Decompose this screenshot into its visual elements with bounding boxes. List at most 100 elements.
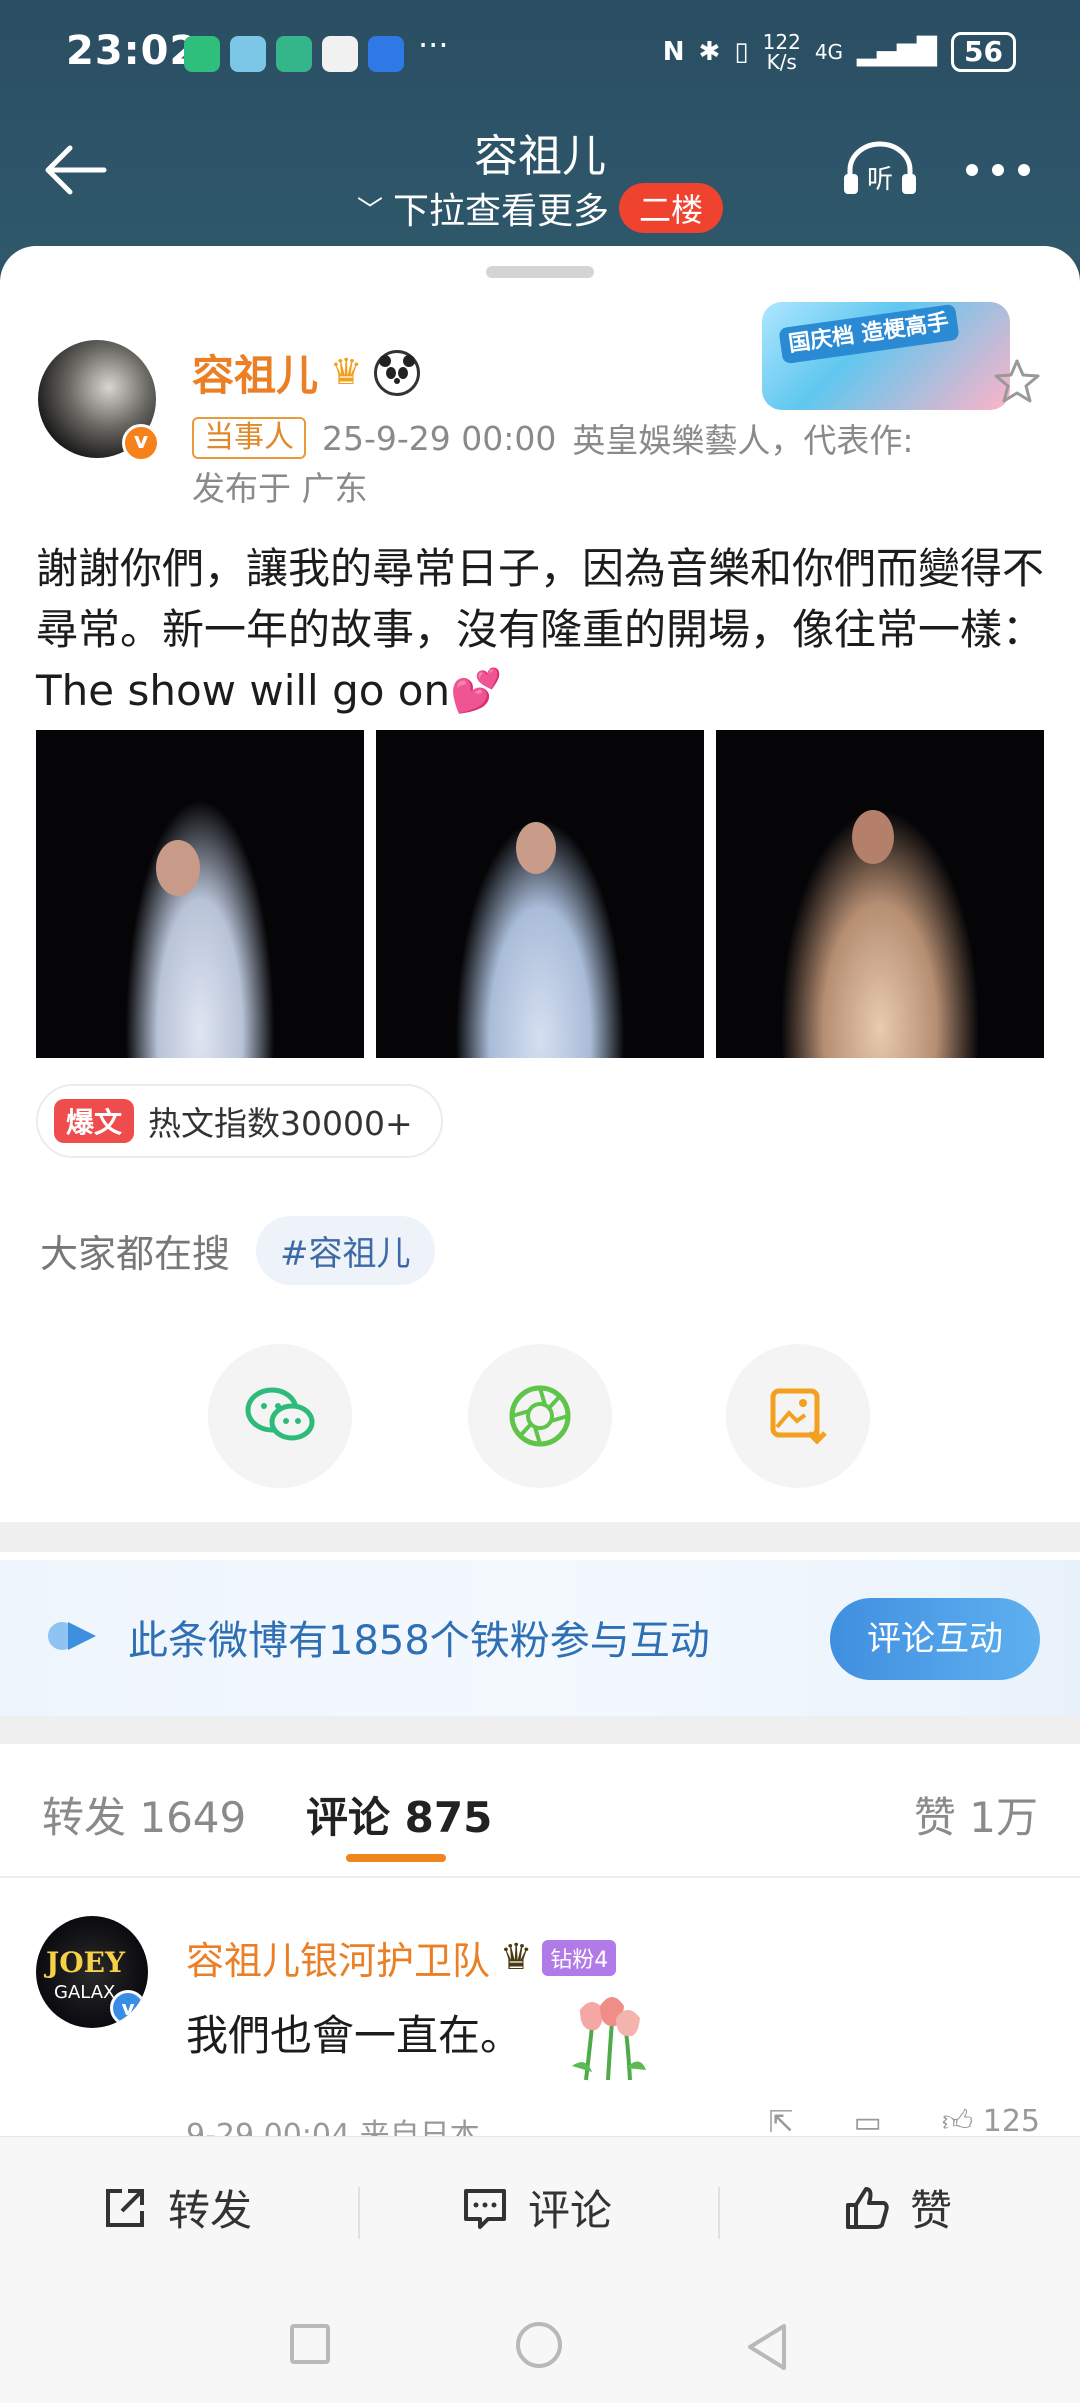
status-more-indicator: ···	[418, 26, 449, 64]
back-triangle-icon[interactable]	[744, 2322, 790, 2372]
post-photo[interactable]	[716, 730, 1044, 1058]
chevron-down-icon: ﹀	[356, 195, 383, 226]
commenter-avatar[interactable]: JOEY GALAX v	[36, 1916, 148, 2028]
app-notification-icon	[368, 36, 404, 72]
comment-like-count: 125	[982, 2104, 1040, 2139]
photo-grid	[36, 730, 1044, 1058]
comment-like[interactable]: 👍︎ 125	[942, 2104, 1040, 2140]
everyone-searching: 大家都在搜 #容祖儿	[40, 1216, 435, 1285]
floor-badge[interactable]: 二楼	[619, 183, 724, 233]
save-image-button[interactable]	[726, 1344, 870, 1488]
repost-label: 转发	[168, 2186, 253, 2235]
tab-reposts[interactable]: 转发 1649	[42, 1784, 246, 1845]
status-right: N ✱ ▯ 122 K/s 4G ▂▄▆█ 56	[663, 32, 1016, 72]
like-label: 赞	[910, 2186, 953, 2235]
app-notification-icon	[276, 36, 312, 72]
sheet-drag-handle[interactable]	[486, 266, 594, 278]
post-body: 謝謝你們，讓我的尋常日子，因為音樂和你們而變得不尋常。新一年的故事，沒有隆重的開…	[36, 538, 1046, 721]
verified-badge-icon: v	[122, 424, 160, 462]
post-text: 謝謝你們，讓我的尋常日子，因為音樂和你們而變得不尋常。新一年的故事，沒有隆重的開…	[36, 544, 1045, 715]
listen-label: 听	[867, 165, 893, 195]
post-location: 发布于 广东	[192, 469, 368, 508]
bluetooth-icon: ✱	[698, 37, 721, 67]
commenter-name-row: 容祖儿银河护卫队 ♛ 钻粉4	[186, 1930, 617, 1985]
commenter-name[interactable]: 容祖儿银河护卫队	[186, 1930, 490, 1985]
interaction-tabs: 转发 1649 评论 875 赞 1万	[0, 1744, 1080, 1878]
tab-comments[interactable]: 评论 875	[306, 1784, 492, 1845]
star-favorite-icon[interactable]	[992, 356, 1042, 406]
app-notification-icon	[322, 36, 358, 72]
author-bio: 英皇娛樂藝人，代表作:	[572, 421, 914, 460]
thumbs-up-icon: 👍︎	[941, 2104, 974, 2139]
vibrate-icon: ▯	[734, 37, 749, 67]
search-label: 大家都在搜	[40, 1232, 231, 1276]
network-type: 4G	[814, 40, 844, 64]
tab-likes[interactable]: 赞 1万	[914, 1784, 1038, 1845]
comment-text: 我們也會一直在。	[186, 2011, 523, 2060]
commenter-avatar-text: JOEY	[46, 1946, 125, 1979]
commenter-avatar-subtext: GALAX	[54, 1982, 116, 2003]
app-notification-icon	[184, 36, 220, 72]
author-name[interactable]: 容祖儿	[192, 342, 318, 403]
post-photo[interactable]	[36, 730, 364, 1058]
headphones-listen-icon[interactable]: 听	[840, 138, 920, 198]
moments-shutter-icon	[509, 1385, 571, 1447]
status-bar: 23:02 ··· N ✱ ▯ 122 K/s 4G ▂▄▆█ 56	[0, 26, 1080, 84]
section-divider	[0, 1522, 1080, 1552]
iron-fans-text: 此条微博有1858个铁粉参与互动	[128, 1618, 710, 1664]
network-speed-unit: K/s	[766, 50, 797, 74]
status-time: 23:02	[66, 28, 199, 74]
author-name-row: 容祖儿 ♛	[192, 342, 421, 403]
tulip-decoration-icon	[572, 1997, 646, 2081]
hot-article-label: 爆文	[54, 1099, 135, 1143]
section-divider	[0, 1716, 1080, 1744]
status-app-icons	[184, 36, 404, 72]
post-detail-sheet: v 容祖儿 ♛ 国庆档 造梗高手 当事人 25-9-29 00:00 英皇娛樂藝…	[0, 246, 1080, 2403]
bar-separator	[718, 2187, 720, 2239]
iron-fans-banner: 此条微博有1858个铁粉参与互动 评论互动	[0, 1560, 1080, 1716]
share-wechat-button[interactable]	[208, 1344, 352, 1488]
hot-article-index[interactable]: 爆文 热文指数30000+	[36, 1084, 443, 1158]
interaction-icon	[48, 1622, 96, 1650]
share-out-icon	[106, 2188, 144, 2227]
comment-share-icon[interactable]: ⇱	[768, 2105, 793, 2140]
nav-bar: 容祖儿 ﹀ 下拉查看更多 二楼 听	[0, 110, 1080, 240]
repost-button[interactable]: 转发	[100, 2177, 252, 2238]
bar-separator	[358, 2187, 360, 2239]
post-meta: 当事人 25-9-29 00:00 英皇娛樂藝人，代表作:	[192, 414, 914, 462]
author-avatar[interactable]: v	[38, 340, 160, 462]
home-icon[interactable]	[516, 2322, 562, 2368]
panda-icon	[374, 349, 421, 396]
comment-reply-icon[interactable]: ▭	[853, 2105, 881, 2140]
save-image-icon	[770, 1388, 827, 1445]
bottom-action-bar: 转发 评论 赞	[0, 2136, 1080, 2286]
like-button[interactable]: 赞	[842, 2177, 952, 2238]
post-photo[interactable]	[376, 730, 704, 1058]
fan-level-badge: 钻粉4	[542, 1939, 617, 1976]
verified-badge-icon: v	[110, 1990, 146, 2026]
crown-icon: ♛	[500, 1937, 533, 1978]
crown-icon: ♛	[330, 352, 363, 393]
comment-label: 评论	[528, 2186, 613, 2235]
signal-icon: ▂▄▆█	[857, 37, 938, 67]
comment-bubble-icon	[464, 2188, 506, 2229]
network-speed: 122 K/s	[763, 32, 801, 72]
wechat-icon	[245, 1387, 315, 1441]
comment-button[interactable]: 评论	[460, 2177, 612, 2238]
recent-apps-icon[interactable]	[290, 2324, 330, 2364]
system-navigation-bar	[0, 2286, 1080, 2403]
comment-interact-button[interactable]: 评论互动	[830, 1598, 1040, 1680]
role-tag: 当事人	[192, 417, 306, 459]
heart-emoji: 💕	[450, 666, 503, 715]
top-header: 23:02 ··· N ✱ ▯ 122 K/s 4G ▂▄▆█ 56 容祖儿 ﹀…	[0, 0, 1080, 260]
post-timestamp: 25-9-29 00:00	[322, 418, 557, 458]
search-topic-chip[interactable]: #容祖儿	[256, 1216, 435, 1285]
holiday-event-badge[interactable]: 国庆档 造梗高手	[762, 302, 1010, 410]
battery-indicator: 56	[951, 32, 1016, 72]
share-moments-button[interactable]	[468, 1344, 612, 1488]
app-notification-icon	[230, 36, 266, 72]
thumbs-up-icon	[846, 2186, 889, 2229]
pull-down-label: 下拉查看更多	[392, 191, 609, 232]
more-options-icon[interactable]	[966, 164, 1030, 176]
nfc-icon: N	[662, 37, 685, 67]
